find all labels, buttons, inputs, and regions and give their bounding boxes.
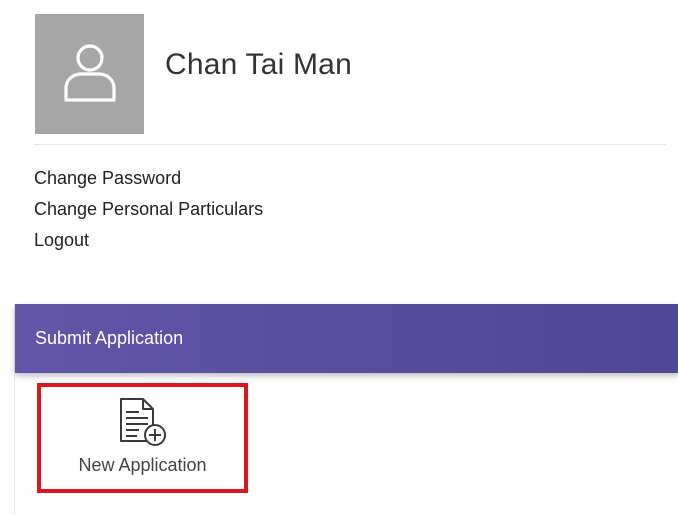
page: Chan Tai Man Change Password Change Pers… (0, 0, 678, 515)
user-name: Chan Tai Man (165, 48, 352, 81)
account-links: Change Password Change Personal Particul… (34, 163, 263, 256)
change-personal-particulars-link[interactable]: Change Personal Particulars (34, 194, 263, 225)
new-application-button[interactable]: New Application (41, 387, 244, 489)
new-application-label: New Application (78, 455, 207, 475)
section-header: Submit Application (15, 304, 678, 373)
profile-card: Chan Tai Man Change Password Change Pers… (14, 0, 666, 260)
avatar (35, 14, 144, 134)
document-add-icon (120, 398, 166, 446)
highlight-box: New Application (37, 383, 248, 493)
change-password-link[interactable]: Change Password (34, 163, 263, 194)
submit-application-panel: Submit Application New Application (14, 304, 678, 515)
section-title: Submit Application (35, 328, 184, 348)
logout-link[interactable]: Logout (34, 225, 263, 256)
divider (34, 144, 666, 145)
user-icon (64, 44, 116, 102)
